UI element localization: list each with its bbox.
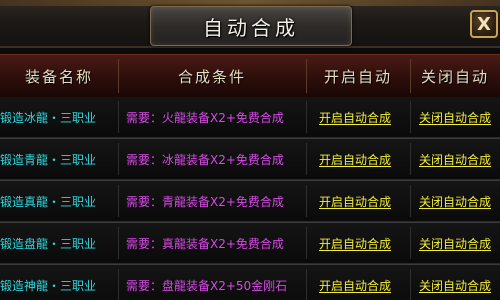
close-button[interactable]: X [470, 10, 498, 38]
enable-auto-synthesis-link[interactable]: 开启自动合成 [319, 109, 391, 126]
close-icon: X [477, 13, 491, 35]
synthesis-condition: 需要：青龍装备X2+免费合成 [126, 194, 284, 209]
auto-synthesis-window: 自动合成 X 装备名称 合成条件 开启自动 关闭自动 锻造冰龍・三职业 需要：火… [0, 0, 500, 300]
equipment-name: 锻造神龍・三职业 [0, 278, 97, 293]
enable-auto-synthesis-link[interactable]: 开启自动合成 [319, 235, 391, 252]
disable-auto-synthesis-link[interactable]: 关闭自动合成 [419, 193, 491, 210]
window-title: 自动合成 [203, 15, 299, 40]
disable-auto-synthesis-link[interactable]: 关闭自动合成 [419, 109, 491, 126]
table-header: 装备名称 合成条件 开启自动 关闭自动 [0, 54, 500, 98]
table-row: 锻造冰龍・三职业 需要：火龍装备X2+免费合成 开启自动合成 关闭自动合成 [0, 97, 500, 139]
equipment-name: 锻造真龍・三职业 [0, 194, 97, 209]
header-enable-auto: 开启自动 [323, 67, 392, 86]
synthesis-condition: 需要：火龍装备X2+免费合成 [126, 110, 284, 125]
table-row: 锻造盘龍・三职业 需要：真龍装备X2+免费合成 开启自动合成 关闭自动合成 [0, 223, 500, 265]
equipment-name: 锻造冰龍・三职业 [0, 110, 97, 125]
equipment-name: 锻造盘龍・三职业 [0, 236, 97, 251]
disable-auto-synthesis-link[interactable]: 关闭自动合成 [419, 151, 491, 168]
synthesis-condition: 需要：真龍装备X2+免费合成 [126, 236, 284, 251]
disable-auto-synthesis-link[interactable]: 关闭自动合成 [419, 277, 491, 294]
disable-auto-synthesis-link[interactable]: 关闭自动合成 [419, 235, 491, 252]
title-plate: 自动合成 [150, 6, 352, 46]
table-row: 锻造神龍・三职业 需要：盘龍装备X2+50金刚石 开启自动合成 关闭自动合成 [0, 265, 500, 300]
table-row: 锻造青龍・三职业 需要：冰龍装备X2+免费合成 开启自动合成 关闭自动合成 [0, 139, 500, 181]
enable-auto-synthesis-link[interactable]: 开启自动合成 [319, 193, 391, 210]
header-disable-auto: 关闭自动 [420, 67, 489, 86]
synthesis-condition: 需要：冰龍装备X2+免费合成 [126, 152, 284, 167]
enable-auto-synthesis-link[interactable]: 开启自动合成 [319, 151, 391, 168]
enable-auto-synthesis-link[interactable]: 开启自动合成 [319, 277, 391, 294]
synthesis-condition: 需要：盘龍装备X2+50金刚石 [126, 278, 288, 293]
table-row: 锻造真龍・三职业 需要：青龍装备X2+免费合成 开启自动合成 关闭自动合成 [0, 181, 500, 223]
synthesis-table: 锻造冰龍・三职业 需要：火龍装备X2+免费合成 开启自动合成 关闭自动合成 锻造… [0, 97, 500, 300]
header-synthesis-condition: 合成条件 [177, 67, 246, 86]
equipment-name: 锻造青龍・三职业 [0, 152, 97, 167]
header-equipment-name: 装备名称 [24, 67, 93, 86]
title-bar: 自动合成 X [0, 0, 500, 48]
